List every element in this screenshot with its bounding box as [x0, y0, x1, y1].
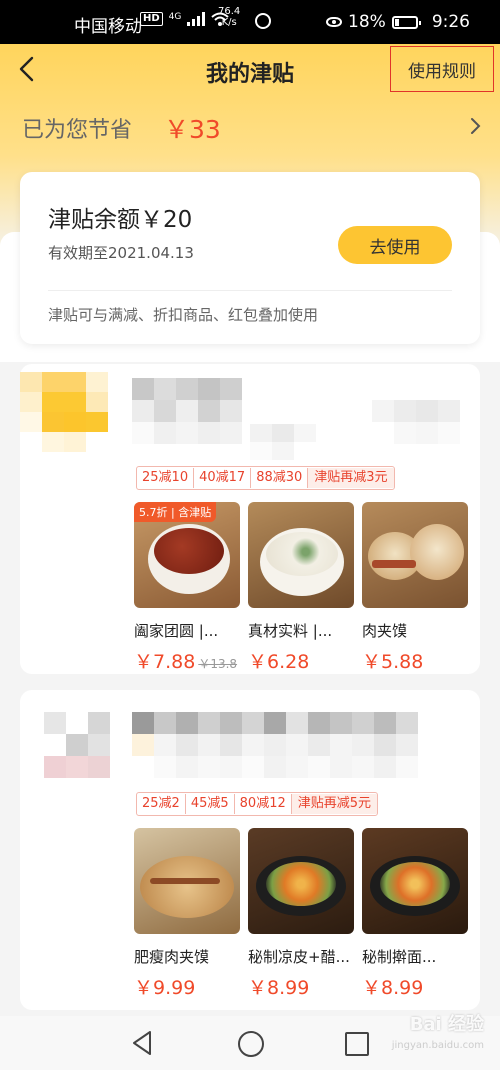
nav-back-icon[interactable]	[130, 1030, 154, 1056]
dish-price: ￥7.88	[134, 651, 196, 673]
speed-value: 76.4	[218, 6, 241, 17]
store-name-blurred	[132, 712, 462, 778]
network-type: 4G	[168, 12, 182, 22]
noodle-shape	[380, 862, 450, 906]
promo-tag: 88减30	[251, 468, 309, 488]
dish-price: ￥6.28	[248, 651, 310, 673]
balance-note: 津贴可与满减、折扣商品、红包叠加使用	[48, 306, 319, 324]
promo-tag: 25减10	[137, 468, 195, 488]
balance-card: 津贴余额￥20 有效期至2021.04.13 去使用 津贴可与满减、折扣商品、红…	[20, 172, 480, 344]
promo-tags: 25减2 45减5 80减12 津贴再减5元	[136, 792, 379, 816]
dish-item[interactable]: 肉夹馍 ￥5.88	[362, 502, 468, 674]
bun-shape	[410, 524, 464, 580]
discount-tag: 5.7折 | 含津贴	[134, 502, 217, 522]
dish-price: ￥9.99	[134, 977, 196, 999]
dish-price-row: ￥7.88 ￥13.8	[134, 647, 240, 674]
porridge-shape	[266, 532, 338, 576]
divider	[48, 290, 452, 291]
dish-image[interactable]	[362, 828, 468, 934]
bread-shape	[140, 856, 234, 918]
nav-recent-apps-icon[interactable]	[345, 1032, 369, 1056]
dish-image[interactable]	[134, 828, 240, 934]
dish-price: ￥8.99	[362, 977, 424, 999]
store-logo-blurred	[44, 712, 110, 778]
promo-tag: 25减2	[137, 794, 186, 814]
dish-image[interactable]	[248, 828, 354, 934]
battery-icon	[391, 15, 421, 29]
store-distance-blurred	[372, 400, 460, 444]
usage-rules-link[interactable]: 使用规则	[390, 46, 494, 92]
dish-item[interactable]: 真材实料 |... ￥6.28	[248, 502, 354, 674]
watermark-logo: Bai 经验	[409, 1014, 484, 1035]
store-info-blurred	[250, 424, 360, 460]
network-indicators: HD 4G	[140, 12, 230, 26]
hd-badge: HD	[140, 12, 163, 26]
chevron-right-icon	[471, 118, 481, 134]
dish-item[interactable]: 5.7折 | 含津贴 阖家团圆 |... ￥7.88 ￥13.8	[134, 502, 240, 674]
dish-image[interactable]: 5.7折 | 含津贴	[134, 502, 240, 608]
signal-icon	[187, 12, 206, 26]
dish-name: 肥瘦肉夹馍	[134, 948, 210, 966]
balance-title: 津贴余额￥20	[48, 207, 193, 233]
store-logo-blurred	[20, 372, 108, 452]
dish-price: ￥5.88	[362, 651, 424, 673]
subsidy-promo-tag: 津贴再减3元	[308, 468, 394, 488]
nav-bar: 我的津贴 使用规则	[0, 44, 500, 96]
nav-home-icon[interactable]	[238, 1031, 264, 1057]
use-now-button[interactable]: 去使用	[338, 226, 452, 264]
status-bar: 中国移动 HD 4G 76.4 K/s 18% 9:26	[0, 0, 500, 44]
dish-image[interactable]	[362, 502, 468, 608]
notification-face-icon	[255, 13, 271, 29]
dish-name: 秘制凉皮+醋...	[248, 948, 350, 966]
dish-name: 阖家团圆 |...	[134, 622, 219, 640]
dish-item[interactable]: 秘制擀面... ￥8.99	[362, 828, 468, 1000]
eye-comfort-icon	[326, 17, 343, 27]
dish-name: 肉夹馍	[362, 622, 408, 640]
savings-amount: ￥33	[164, 115, 221, 144]
savings-label: 已为您节省	[22, 118, 133, 143]
dish-image[interactable]	[248, 502, 354, 608]
savings-row[interactable]: 已为您节省 ￥33	[22, 110, 482, 146]
subsidy-promo-tag: 津贴再减5元	[291, 794, 378, 814]
promo-tag: 80减12	[235, 794, 292, 814]
store-card[interactable]: 25减10 40减17 88减30 津贴再减3元 5.7折 | 含津贴 阖家团圆…	[20, 364, 480, 674]
watermark-url: jingyan.baidu.com	[391, 1040, 484, 1051]
filling-shape	[150, 878, 220, 884]
promo-tags: 25减10 40减17 88减30 津贴再减3元	[136, 466, 395, 490]
network-speed: 76.4 K/s	[218, 6, 240, 28]
dish-name: 秘制擀面...	[362, 948, 437, 966]
store-name-blurred	[132, 378, 242, 444]
dish-price: ￥8.99	[248, 977, 310, 999]
speed-unit: K/s	[221, 17, 237, 28]
soup-shape	[154, 528, 224, 574]
dish-item[interactable]: 肥瘦肉夹馍 ￥9.99	[134, 828, 240, 1000]
status-right: 18% 9:26	[326, 12, 470, 32]
dish-name: 真材实料 |...	[248, 622, 333, 640]
dish-item[interactable]: 秘制凉皮+醋... ￥8.99	[248, 828, 354, 1000]
promo-tag: 40减17	[194, 468, 252, 488]
promo-tag: 45减5	[186, 794, 235, 814]
carrier-label: 中国移动	[74, 17, 142, 37]
noodle-shape	[266, 862, 336, 906]
dish-original-price: ￥13.8	[198, 657, 238, 671]
balance-expiry: 有效期至2021.04.13	[48, 244, 194, 262]
filling-shape	[372, 560, 416, 568]
battery-percent: 18%	[348, 12, 386, 32]
clock: 9:26	[431, 12, 470, 32]
store-card[interactable]: 25减2 45减5 80减12 津贴再减5元 肥瘦肉夹馍 ￥9.99 秘制凉皮+…	[20, 690, 480, 1010]
